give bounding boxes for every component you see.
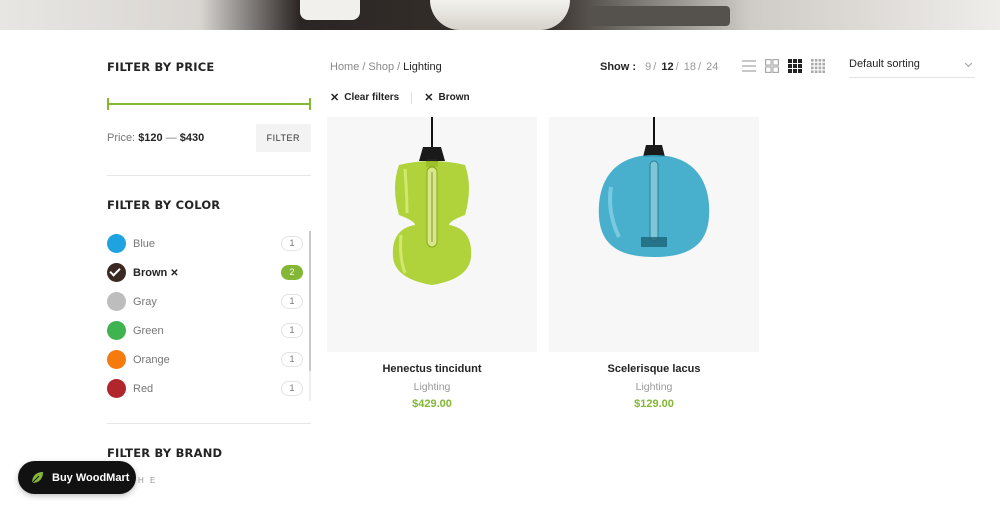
color-name: Red [133,382,154,395]
color-name: Green [133,324,164,337]
color-name: Gray [133,295,157,308]
breadcrumb-home[interactable]: Home [330,61,359,73]
price-label-prefix: Price: [107,132,136,144]
gray-swatch [107,292,126,311]
orange-swatch [107,350,126,369]
product-image-blue-lamp[interactable] [549,117,759,352]
price-max-value: $430 [179,132,205,144]
blue-swatch [107,234,126,253]
divider [107,423,311,424]
show-label: Show : [600,61,637,73]
close-icon: ✕ [330,92,340,104]
color-count-badge: 1 [281,352,303,367]
color-name: Orange [133,353,170,366]
color-item-blue[interactable]: Blue 1 [107,229,311,258]
checkmark-icon [109,265,121,277]
shop-sidebar: FILTER BY PRICE Price: $120 — $430 FILTE… [107,60,311,460]
list-view-icon[interactable] [742,59,756,73]
product-title[interactable]: Scelerisque lacus [549,363,759,375]
product-title[interactable]: Henectus tincidunt [327,363,537,375]
product-category[interactable]: Lighting [327,381,537,393]
clear-filters-link[interactable]: ✕ Clear filters [330,91,399,104]
product-price: $429.00 [412,398,452,410]
grid-2-icon[interactable] [765,59,780,74]
price-range-slider[interactable] [107,98,311,110]
color-name: Blue [133,237,156,250]
hero-banner-image [0,0,1000,30]
buy-woodmart-button[interactable]: Buy WoodMart [18,461,136,494]
product-card[interactable]: Henectus tincidunt Lighting $429.00 [327,117,537,410]
color-item-red[interactable]: Red 1 [107,374,311,403]
color-item-orange[interactable]: Orange 1 [107,345,311,374]
product-image-green-lamp[interactable] [327,117,537,352]
price-slider-max-handle[interactable] [309,98,311,110]
brand-logo-peek: H E [138,476,158,485]
price-filter-title: FILTER BY PRICE [107,60,215,74]
price-separator: — [165,132,177,144]
view-switcher [742,59,825,74]
product-price: $129.00 [634,398,674,410]
color-count-badge: 1 [281,294,303,309]
sorting-select[interactable]: Default sorting [849,58,975,78]
per-page-18[interactable]: 18 [684,61,696,73]
scrollbar-thumb[interactable] [309,231,311,371]
color-item-brown[interactable]: Brown ✕ 2 [107,258,311,287]
buy-woodmart-label: Buy WoodMart [52,471,130,484]
color-count-badge: 1 [281,323,303,338]
color-name-text: Brown [133,266,168,279]
filter-brown-label: Brown [438,92,470,103]
remove-icon[interactable]: ✕ [170,268,178,279]
price-range-label: Price: $120 — $430 [107,132,204,144]
color-count-badge: 2 [281,265,303,280]
close-icon: ✕ [424,92,434,104]
sorting-value: Default sorting [849,58,920,70]
brown-swatch [107,263,126,282]
per-page-9[interactable]: 9 [645,61,651,73]
products-per-page: Show : 9/ 12/ 18/ 24 [600,61,719,73]
price-slider-min-handle[interactable] [107,98,109,110]
breadcrumb-current: Lighting [403,61,442,73]
color-name: Brown ✕ [133,267,281,279]
green-swatch [107,321,126,340]
active-filters: ✕ Clear filters ✕ Brown [330,91,470,104]
per-page-12[interactable]: 12 [661,61,673,73]
clear-filters-label: Clear filters [344,92,400,103]
breadcrumb: Home / Shop / Lighting [330,61,442,73]
filter-button[interactable]: FILTER [255,124,311,152]
remove-filter-brown[interactable]: ✕ Brown [424,91,469,104]
breadcrumb-shop[interactable]: Shop [368,61,394,73]
product-category[interactable]: Lighting [549,381,759,393]
grid-3-icon[interactable] [788,59,802,73]
per-page-24[interactable]: 24 [706,61,718,73]
color-count-badge: 1 [281,236,303,251]
product-card[interactable]: Scelerisque lacus Lighting $129.00 [549,117,759,410]
price-min-value: $120 [138,132,163,144]
brand-filter-title: FILTER BY BRAND [107,446,223,460]
red-swatch [107,379,126,398]
color-item-gray[interactable]: Gray 1 [107,287,311,316]
chevron-down-icon [964,59,973,68]
divider [411,91,413,104]
color-item-green[interactable]: Green 1 [107,316,311,345]
color-filter-list: Blue 1 Brown ✕ 2 Gray 1 Green 1 Orange 1 … [107,229,311,403]
grid-4-icon[interactable] [811,59,825,73]
color-filter-title: FILTER BY COLOR [107,198,221,212]
leaf-icon [31,471,43,483]
color-count-badge: 1 [281,381,303,396]
price-slider-bar [107,103,311,105]
divider [107,175,311,176]
